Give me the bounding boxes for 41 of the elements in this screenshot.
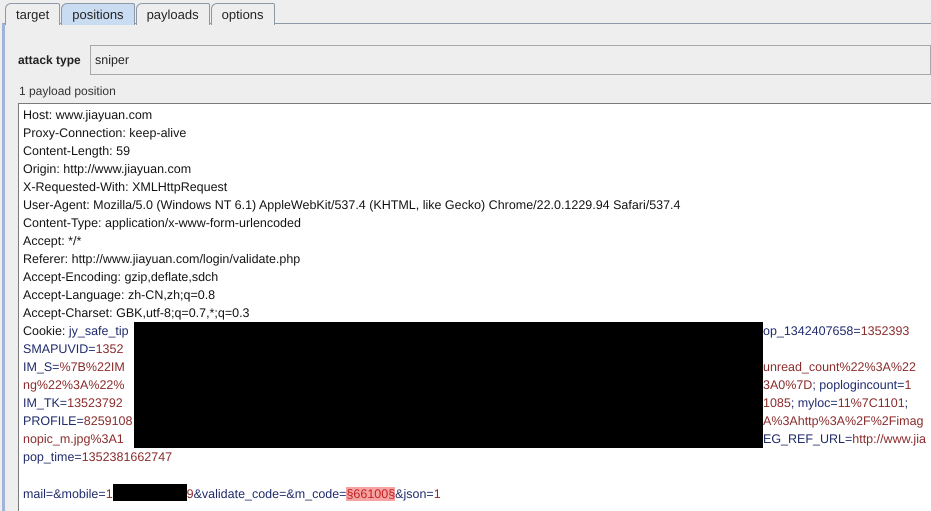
tab[interactable]: payloads: [136, 3, 210, 25]
request-line: User-Agent: Mozilla/5.0 (Windows NT 6.1) AppleWebKit/537.4 (KHTML, like Gecko) Chrome/22.0.1229.94 Safari/537.4: [23, 197, 680, 214]
request-line: Proxy-Connection: keep-alive: [23, 125, 186, 142]
request-editor[interactable]: [18, 103, 931, 511]
request-text: mail=&mobile=: [23, 487, 106, 501]
request-text: Cookie: jy_safe_tip: [23, 323, 130, 340]
field-label: attack type: [18, 53, 82, 67]
tab[interactable]: target: [5, 3, 60, 25]
request-line: pop_time=1352381662747: [23, 449, 172, 466]
request-text: 3A0%7D; poplogincount=1: [763, 377, 912, 394]
request-text: &validate_code=&m_code=: [194, 487, 346, 501]
request-text: 1: [106, 487, 113, 501]
request-line: X-Requested-With: XMLHttpRequest: [23, 179, 228, 196]
request-text: nopic_m.jpg%3A1: [23, 431, 125, 448]
request-text: &json=: [395, 487, 434, 501]
tab[interactable]: positions: [61, 3, 135, 25]
request-line: Accept-Language: zh-CN,zh;q=0.8: [23, 287, 216, 304]
request-line: Accept: */*: [23, 233, 82, 250]
request-text: A%3Ahttp%3A%2F%2Fimag: [763, 413, 924, 430]
request-line: Host: www.jiayuan.com: [23, 107, 152, 124]
request-text: PROFILE=8259108: [23, 413, 134, 430]
request-text: 1085; myloc=11%7C1101;: [763, 395, 910, 412]
request-text: 9: [186, 487, 194, 501]
request-text: unread_count%22%3A%22: [763, 359, 917, 376]
payload-marker: §66100§: [346, 487, 396, 501]
request-line: Content-Length: 59: [23, 143, 130, 160]
request-text: IM_TK=13523792: [23, 395, 124, 412]
request-line: Referer: http://www.jiayuan.com/login/validate.php: [23, 251, 300, 268]
tab[interactable]: options: [210, 3, 275, 25]
request-text: IM_S=%7B%22IM: [23, 359, 126, 376]
request-line: Accept-Encoding: gzip,deflate,sdch: [23, 269, 218, 286]
request-text: ng%22%3A%22%: [23, 377, 126, 394]
request-line: Accept-Charset: GBK,utf-8;q=0.7,*;q=0.3: [23, 305, 250, 322]
request-line: Content-Type: application/x-www-form-urlencoded: [23, 215, 301, 232]
request-text: SMAPUVID=1352: [23, 341, 124, 358]
request-text: op_1342407658=1352393: [763, 323, 910, 340]
attack-type-field[interactable]: sniper: [90, 45, 931, 75]
request-text: EG_REF_URL=http://www.jia: [763, 431, 926, 448]
request-line: Origin: http://www.jiayuan.com: [23, 161, 192, 178]
request-text: 1: [434, 487, 441, 501]
payload-count: 1 payload position: [19, 84, 117, 98]
